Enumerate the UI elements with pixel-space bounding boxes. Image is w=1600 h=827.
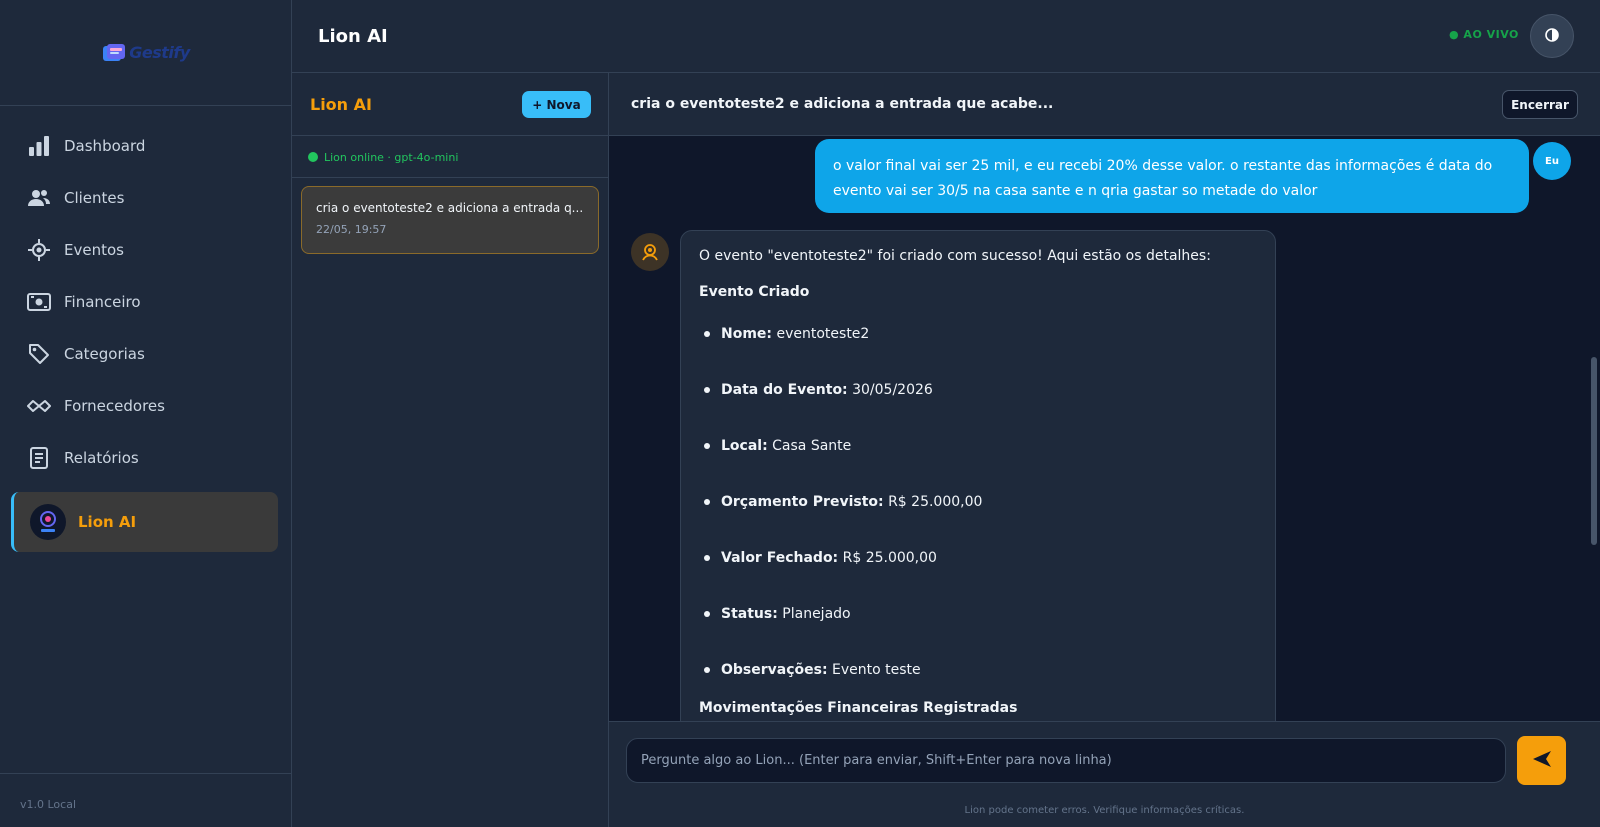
disclaimer-text: Lion pode cometer erros. Verifique infor… bbox=[964, 805, 1245, 816]
list-item: Valor Fechado: R$ 25.000,00 bbox=[699, 547, 1257, 603]
new-conversation-button[interactable]: + Nova bbox=[522, 91, 591, 118]
tag-icon bbox=[26, 342, 52, 366]
assistant-status: Lion online · gpt-4o-mini bbox=[292, 137, 608, 178]
list-item: Local: Casa Sante bbox=[699, 435, 1257, 491]
chat-header: cria o eventoteste2 e adiciona a entrada… bbox=[609, 73, 1600, 136]
sidebar-nav: Dashboard Clientes Eventos Financeiro Ca… bbox=[0, 120, 291, 552]
conversations-header: Lion AI + Nova bbox=[292, 73, 608, 136]
logo-area: Gestify bbox=[0, 0, 291, 106]
message-list[interactable]: o valor final vai ser 25 mil, e eu receb… bbox=[609, 137, 1600, 721]
sidebar-item-label: Dashboard bbox=[64, 137, 146, 155]
money-icon bbox=[26, 290, 52, 314]
sidebar-item-label: Fornecedores bbox=[64, 397, 165, 415]
conversation-item[interactable]: cria o eventoteste2 e adiciona a entrada… bbox=[301, 186, 599, 254]
brand-name: Gestify bbox=[129, 43, 190, 62]
brand-logo[interactable]: Gestify bbox=[101, 42, 190, 64]
sidebar-item-dashboard[interactable]: Dashboard bbox=[0, 120, 291, 172]
sidebar-item-categorias[interactable]: Categorias bbox=[0, 328, 291, 380]
sidebar-item-relatorios[interactable]: Relatórios bbox=[0, 432, 291, 484]
app-root: Gestify Dashboard Clientes Eventos Finan… bbox=[0, 0, 1600, 827]
chat-panel: cria o eventoteste2 e adiciona a entrada… bbox=[609, 73, 1600, 827]
users-icon bbox=[26, 186, 52, 210]
sidebar-item-eventos[interactable]: Eventos bbox=[0, 224, 291, 276]
send-button[interactable] bbox=[1517, 736, 1566, 785]
composer: Lion pode cometer erros. Verifique infor… bbox=[609, 721, 1600, 827]
page-title: Lion AI bbox=[318, 26, 388, 47]
sidebar-item-clientes[interactable]: Clientes bbox=[0, 172, 291, 224]
version-label: v1.0 Local bbox=[0, 773, 291, 827]
sidebar-item-label: Clientes bbox=[64, 189, 125, 207]
sidebar-item-label: Relatórios bbox=[64, 449, 139, 467]
sidebar-item-lion-ai[interactable]: Lion AI bbox=[11, 492, 278, 552]
sidebar-item-fornecedores[interactable]: Fornecedores bbox=[0, 380, 291, 432]
assistant-message: O evento "eventoteste2" foi criado com s… bbox=[680, 230, 1276, 721]
list-item: Orçamento Previsto: R$ 25.000,00 bbox=[699, 491, 1257, 547]
sidebar-item-label: Lion AI bbox=[78, 513, 137, 531]
logo-icon bbox=[101, 42, 127, 64]
sidebar-item-label: Financeiro bbox=[64, 293, 141, 311]
conversation-item-title: cria o eventoteste2 e adiciona a entrada… bbox=[316, 201, 584, 215]
list-item: Data do Evento: 30/05/2026 bbox=[699, 379, 1257, 435]
sidebar-item-label: Eventos bbox=[64, 241, 124, 259]
assistant-status-text: Lion online · gpt-4o-mini bbox=[324, 151, 459, 164]
sidebar-item-label: Categorias bbox=[64, 345, 145, 363]
online-dot-icon bbox=[308, 152, 318, 162]
chat-title: cria o eventoteste2 e adiciona a entrada… bbox=[631, 96, 1054, 112]
message-input[interactable] bbox=[626, 738, 1506, 783]
conversation-item-date: 22/05, 19:57 bbox=[316, 223, 387, 236]
contrast-icon bbox=[1545, 27, 1559, 45]
list-item: Observações: Evento teste bbox=[699, 659, 1257, 715]
theme-toggle-button[interactable] bbox=[1530, 14, 1574, 58]
assistant-intro: O evento "eventoteste2" foi criado com s… bbox=[699, 248, 1211, 264]
list-item: Nome: eventoteste2 bbox=[699, 323, 1257, 379]
live-status-badge: ● AO VIVO bbox=[1449, 28, 1519, 41]
document-icon bbox=[26, 446, 52, 470]
top-header: Lion AI ● AO VIVO bbox=[292, 0, 1600, 73]
user-message: o valor final vai ser 25 mil, e eu receb… bbox=[815, 139, 1529, 213]
conversations-title: Lion AI bbox=[310, 95, 372, 114]
sidebar: Gestify Dashboard Clientes Eventos Finan… bbox=[0, 0, 292, 827]
user-avatar: Eu bbox=[1533, 142, 1571, 180]
lion-avatar-icon bbox=[30, 504, 66, 540]
messages-scrollbar[interactable] bbox=[1591, 357, 1597, 545]
end-conversation-button[interactable]: Encerrar bbox=[1502, 90, 1578, 119]
handshake-icon bbox=[26, 394, 52, 418]
target-icon bbox=[26, 238, 52, 262]
lion-bot-icon bbox=[631, 233, 669, 271]
event-details-list: Nome: eventoteste2 Data do Evento: 30/05… bbox=[699, 323, 1257, 715]
sidebar-item-financeiro[interactable]: Financeiro bbox=[0, 276, 291, 328]
send-icon bbox=[1532, 750, 1552, 771]
conversations-panel: Lion AI + Nova Lion online · gpt-4o-mini… bbox=[292, 73, 609, 827]
assistant-heading: Evento Criado bbox=[699, 284, 810, 300]
bar-chart-icon bbox=[26, 134, 52, 158]
list-item: Status: Planejado bbox=[699, 603, 1257, 659]
